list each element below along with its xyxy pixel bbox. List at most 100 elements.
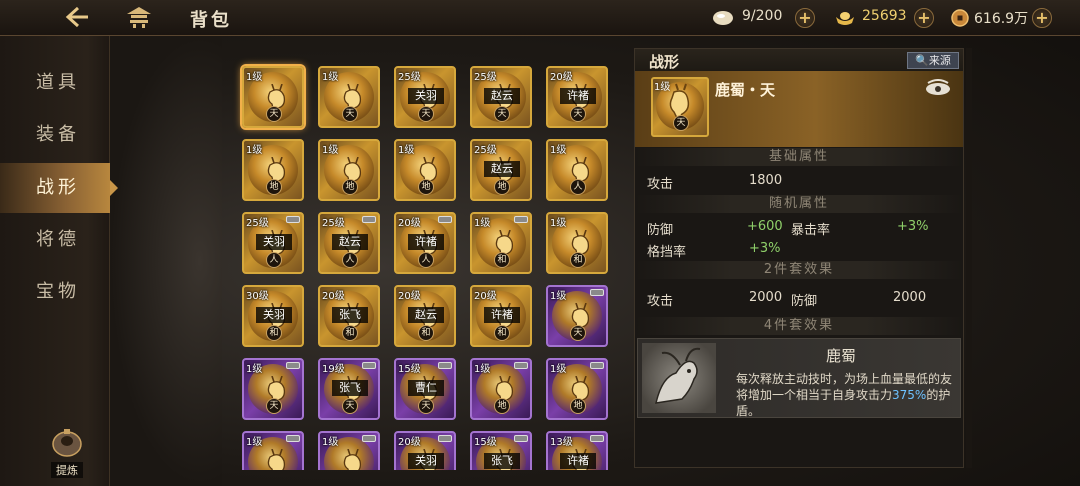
attack-label: 攻击 (647, 177, 674, 192)
formation-card[interactable]: 25级 关羽天 (394, 66, 456, 128)
card-general-name: 赵云 (484, 88, 520, 104)
formation-card[interactable]: 1级 (318, 431, 380, 470)
card-element: 人 (570, 179, 586, 195)
card-general-name: 赵云 (484, 161, 520, 177)
sidebar-item-equipment[interactable]: 装备 (0, 110, 110, 160)
card-element: 天 (266, 106, 282, 122)
equipped-tag-icon (590, 435, 604, 442)
add-coin-button[interactable]: + (1032, 8, 1052, 28)
card-level: 13级 (550, 437, 573, 448)
formation-card[interactable]: 1级地 (394, 139, 456, 201)
coin-icon (951, 9, 969, 27)
set2-attack-label: 攻击 (647, 294, 674, 309)
card-element: 天 (494, 106, 510, 122)
source-button[interactable]: 🔍来源 (907, 52, 959, 69)
sidebar-item-treasure[interactable]: 宝物 (0, 267, 110, 317)
card-element: 和 (494, 325, 510, 341)
refine-button[interactable]: 提炼 (47, 428, 87, 478)
formation-card[interactable]: 20级 关羽 (394, 431, 456, 470)
card-general-name: 赵云 (408, 307, 444, 323)
formation-card[interactable]: 20级 许褚天 (546, 66, 608, 128)
card-element: 人 (342, 252, 358, 268)
hero-name: 鹿蜀・天 (715, 81, 776, 99)
formation-card[interactable]: 20级 赵云和 (394, 285, 456, 347)
set2-defense-value: 2000 (893, 290, 927, 305)
panel-scrollbar[interactable] (966, 48, 972, 468)
egg-count: 9/200 (742, 8, 783, 24)
panel-header: 战形 🔍来源 (635, 49, 963, 71)
formation-card[interactable]: 1级人 (546, 139, 608, 201)
card-level: 25级 (474, 72, 497, 83)
formation-card[interactable]: 13级许褚 (546, 431, 608, 470)
formation-card[interactable]: 1级天 (242, 66, 304, 128)
card-level: 25级 (246, 218, 269, 229)
equipped-tag-icon (286, 362, 300, 369)
card-level: 20级 (322, 291, 345, 302)
equipped-tag-icon (514, 435, 528, 442)
formation-card[interactable]: 30级 关羽和 (242, 285, 304, 347)
add-gold-button[interactable]: + (914, 8, 934, 28)
card-level: 25级 (474, 145, 497, 156)
formation-card[interactable]: 1级和 (470, 212, 532, 274)
card-level: 1级 (474, 218, 491, 229)
card-level: 25级 (398, 72, 421, 83)
formation-card[interactable]: 15级 曹仁天 (394, 358, 456, 420)
card-level: 1级 (550, 218, 567, 229)
equipped-tag-icon (590, 362, 604, 369)
card-level: 19级 (322, 364, 345, 375)
add-egg-button[interactable]: + (795, 8, 815, 28)
formation-card[interactable]: 1级 (242, 431, 304, 470)
formation-card[interactable]: 1级地 (318, 139, 380, 201)
formation-card[interactable]: 20级 许褚和 (470, 285, 532, 347)
formation-card[interactable]: 1级天 (318, 66, 380, 128)
attack-value: 1800 (749, 173, 783, 188)
formation-card[interactable]: 1级天 (242, 358, 304, 420)
equipped-tag-icon (438, 435, 452, 442)
card-general-name: 许褚 (560, 453, 596, 469)
set2-header: 2件套效果 (635, 261, 963, 279)
formation-card[interactable]: 1级地 (242, 139, 304, 201)
card-level: 1级 (246, 72, 263, 83)
card-element: 天 (342, 106, 358, 122)
card-level: 1级 (246, 437, 263, 448)
card-element: 天 (418, 398, 434, 414)
egg-icon (713, 11, 733, 25)
card-level: 1级 (550, 291, 567, 302)
sidebar-item-formation[interactable]: 战形 (0, 163, 118, 213)
card-element: 地 (418, 179, 434, 195)
detail-panel: 战形 🔍来源 1级 天 鹿蜀・天 基础属性 攻击 1800 随机属性 防御 +6… (634, 48, 964, 468)
formation-card[interactable]: 20级 许褚人 (394, 212, 456, 274)
formation-card[interactable]: 1级地 (546, 358, 608, 420)
set4-desc-highlight: 375% (892, 388, 927, 402)
card-general-name: 张飞 (332, 380, 368, 396)
formation-card[interactable]: 1级和 (546, 212, 608, 274)
card-element: 地 (342, 179, 358, 195)
formation-card[interactable]: 25级 赵云人 (318, 212, 380, 274)
equipped-tag-icon (362, 435, 376, 442)
formation-card[interactable]: 20级 张飞和 (318, 285, 380, 347)
sidebar-item-items[interactable]: 道具 (0, 58, 110, 108)
card-level: 1级 (246, 145, 263, 156)
card-general-name: 关羽 (408, 453, 444, 469)
formation-card[interactable]: 25级 赵云地 (470, 139, 532, 201)
formation-card[interactable]: 1级天 (546, 285, 608, 347)
formation-card[interactable]: 19级 张飞天 (318, 358, 380, 420)
formation-card[interactable]: 15级 张飞 (470, 431, 532, 470)
card-level: 15级 (474, 437, 497, 448)
home-icon[interactable] (124, 5, 154, 29)
card-level: 15级 (398, 364, 421, 375)
equipped-tag-icon (286, 216, 300, 223)
equipped-tag-icon (438, 362, 452, 369)
card-element: 和 (570, 252, 586, 268)
card-level: 1级 (474, 364, 491, 375)
formation-card[interactable]: 25级赵云天 (470, 66, 532, 128)
back-arrow-icon[interactable] (62, 4, 92, 30)
sidebar-item-virtue[interactable]: 将德 (0, 215, 110, 265)
card-element: 地 (266, 179, 282, 195)
formation-card[interactable]: 25级 关羽人 (242, 212, 304, 274)
lock-icon[interactable] (923, 79, 953, 97)
furnace-icon (52, 429, 82, 457)
formation-card[interactable]: 1级地 (470, 358, 532, 420)
card-element: 地 (570, 398, 586, 414)
hero-card: 1级 天 (651, 77, 709, 137)
